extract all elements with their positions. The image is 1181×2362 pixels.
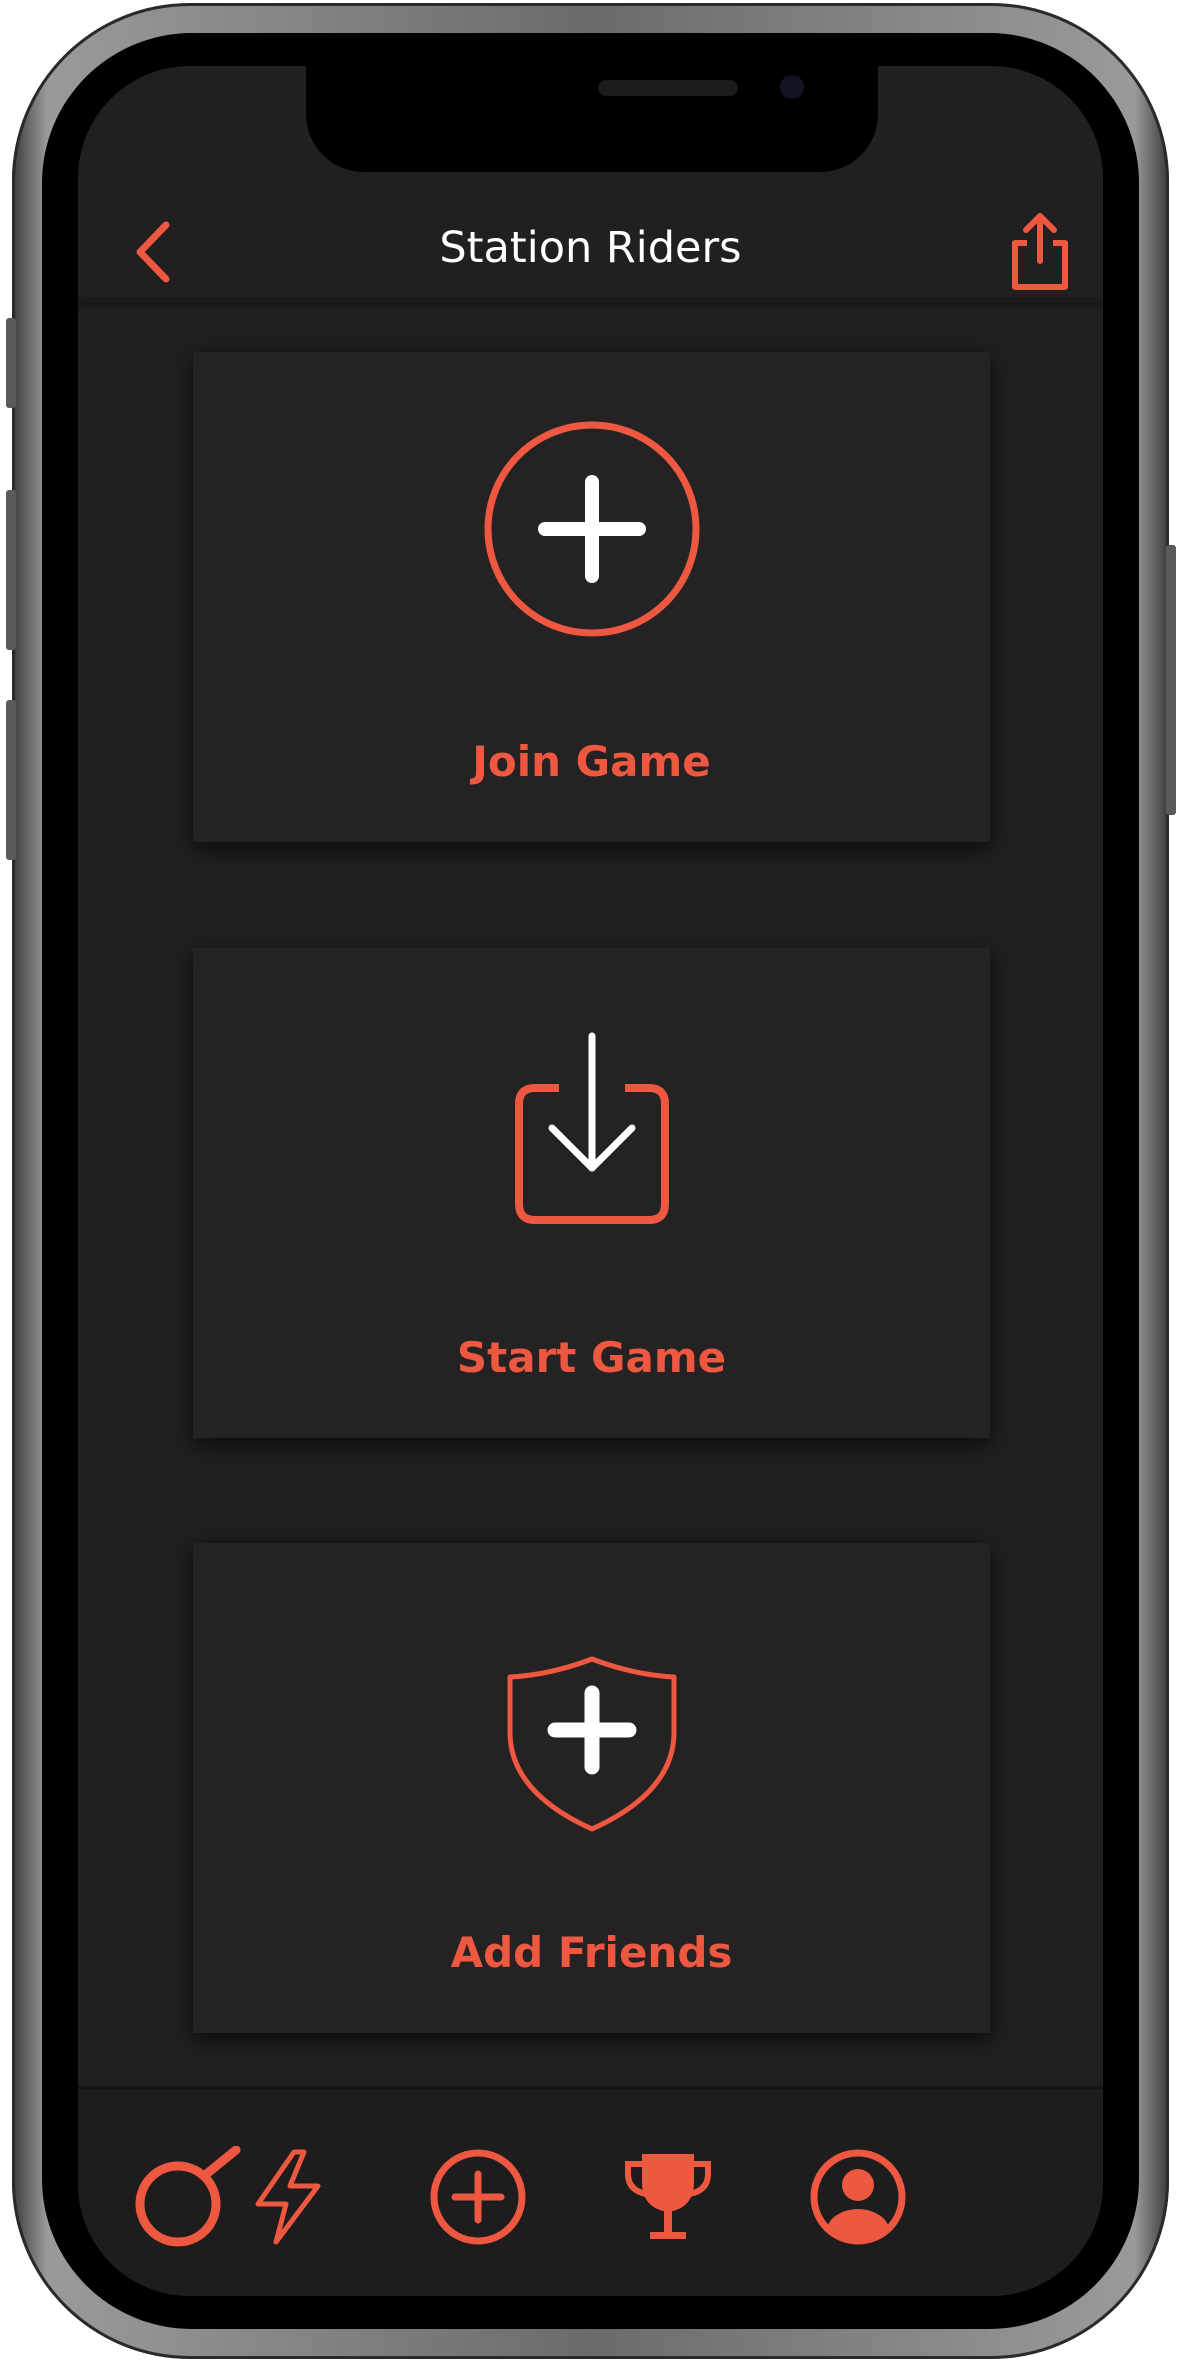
- lightning-icon: [255, 2149, 321, 2245]
- chevron-left-icon: [136, 221, 170, 283]
- join-game-card[interactable]: Join Game: [193, 352, 990, 842]
- plus-circle-icon: [430, 2149, 526, 2245]
- speaker-grille: [598, 80, 738, 96]
- card-icon-wrap: [193, 1028, 990, 1234]
- download-tray-icon: [514, 1032, 669, 1224]
- app-screen: Station Riders Join Game Start Game Add …: [78, 66, 1103, 2296]
- shield-plus-icon: [507, 1656, 676, 1832]
- mute-switch: [6, 318, 16, 408]
- bottom-tab-bar: [78, 2086, 1103, 2296]
- page-title: Station Riders: [439, 223, 742, 273]
- profile-icon: [810, 2149, 906, 2245]
- start-game-label: Start Game: [456, 1333, 727, 1382]
- power-button: [1166, 545, 1176, 815]
- tab-activity[interactable]: [228, 2137, 348, 2257]
- join-game-label: Join Game: [472, 737, 711, 786]
- back-button[interactable]: [118, 210, 190, 294]
- share-icon: [1012, 213, 1068, 290]
- volume-up-button: [6, 490, 16, 650]
- notch: [306, 66, 878, 172]
- tab-leaderboard[interactable]: [608, 2137, 728, 2257]
- start-game-card[interactable]: Start Game: [193, 948, 990, 1438]
- card-icon-wrap: [193, 418, 990, 640]
- share-button[interactable]: [998, 206, 1082, 298]
- plus-circle-icon: [484, 421, 699, 637]
- card-icon-wrap: [193, 1655, 990, 1833]
- add-friends-card[interactable]: Add Friends: [193, 1543, 990, 2033]
- front-camera: [780, 75, 804, 99]
- tab-create[interactable]: [418, 2137, 538, 2257]
- header-divider: [78, 299, 1103, 303]
- tab-profile[interactable]: [798, 2137, 918, 2257]
- add-friends-label: Add Friends: [450, 1928, 733, 1977]
- volume-down-button: [6, 700, 16, 860]
- trophy-icon: [625, 2154, 711, 2239]
- nav-header: Station Riders: [78, 206, 1103, 306]
